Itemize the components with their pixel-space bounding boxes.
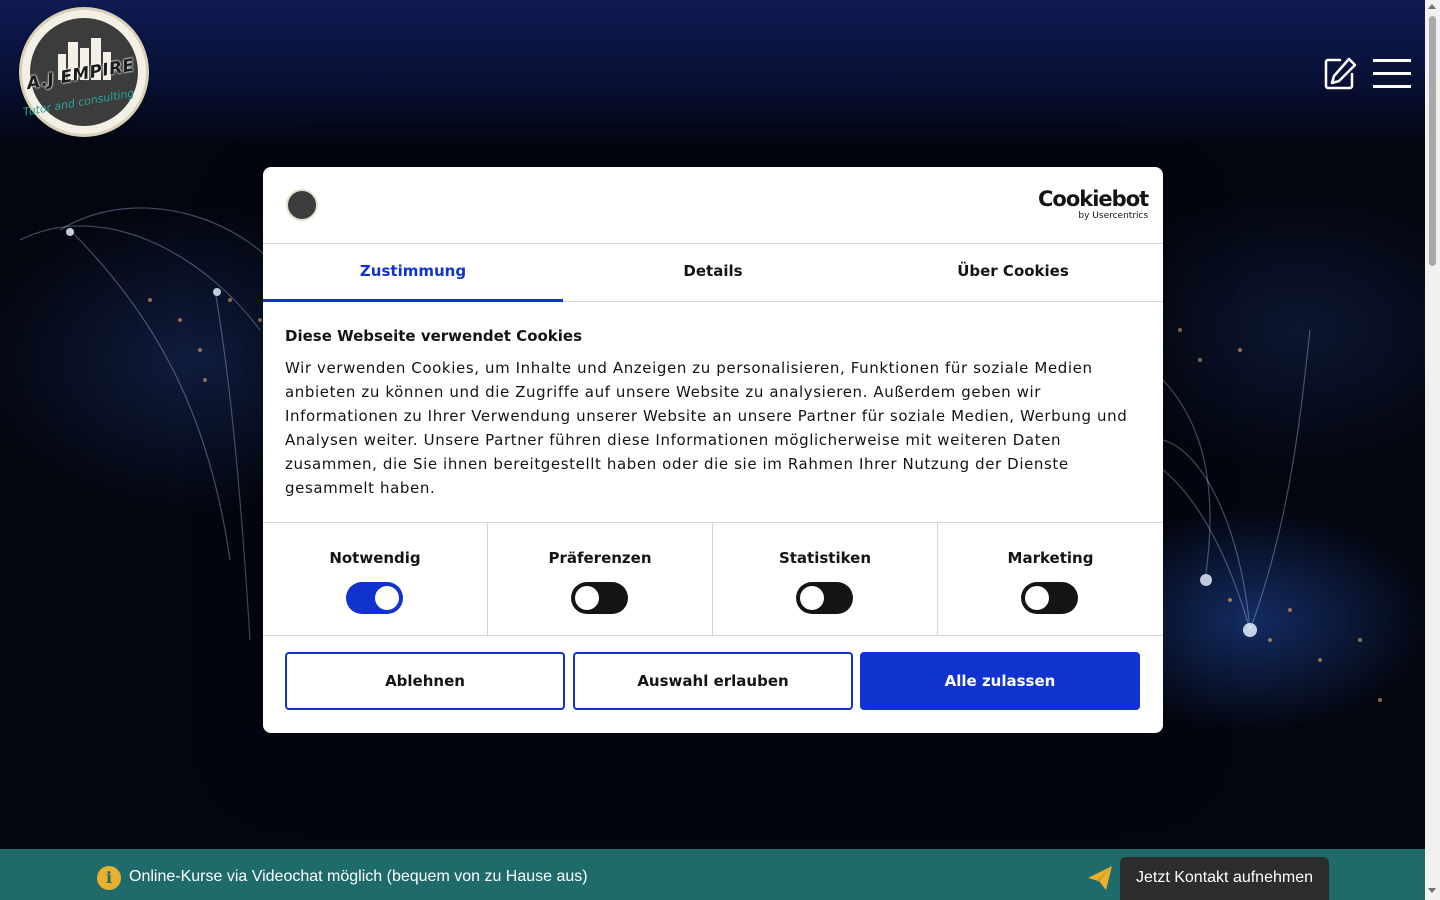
allow-all-button[interactable]: Alle zulassen [860,652,1140,710]
category-label: Statistiken [778,549,872,567]
cookiebot-name: Cookiebot [1038,187,1149,211]
toggle-knob [575,586,599,610]
scroll-up-arrow-icon[interactable] [1428,4,1436,9]
info-icon: i [97,866,121,890]
category-label: Präferenzen [548,549,652,567]
category-marketing: Marketing [938,523,1163,635]
decline-button[interactable]: Ablehnen [285,652,565,710]
dialog-tabs: Zustimmung Details Über Cookies [263,244,1163,302]
cookiebot-logo[interactable]: Cookiebot by Usercentrics [1038,187,1149,221]
consent-categories: Notwendig Präferenzen Statistiken Market… [263,522,1163,636]
category-label: Marketing [1007,549,1094,567]
category-label: Notwendig [329,549,421,567]
scroll-down-arrow-icon[interactable] [1428,888,1436,893]
toggle-statistics[interactable] [796,582,853,614]
category-necessary: Notwendig [263,523,488,635]
toggle-knob [800,586,824,610]
site-logo[interactable]: A.J EMPIRE Tutor and consulting [22,10,146,134]
toggle-knob [1025,586,1049,610]
cookie-consent-dialog: Cookiebot by Usercentrics Zustimmung Det… [263,167,1163,733]
page-scrollbar[interactable] [1425,0,1440,900]
edit-icon[interactable] [1322,56,1358,92]
tab-about-cookies[interactable]: Über Cookies [863,244,1163,301]
dialog-header: Cookiebot by Usercentrics [263,167,1163,244]
site-logo-small [286,189,318,221]
toggle-knob [375,586,399,610]
category-statistics: Statistiken [713,523,938,635]
tab-consent[interactable]: Zustimmung [263,244,563,302]
scroll-thumb[interactable] [1429,16,1436,266]
toggle-marketing[interactable] [1021,582,1078,614]
site-header [0,0,1425,148]
info-bar-text: Online-Kurse via Videochat möglich (bequ… [129,868,588,885]
tab-details[interactable]: Details [563,244,863,301]
dialog-body-text: Wir verwenden Cookies, um Inhalte und An… [285,359,1128,497]
paper-plane-icon [1086,864,1114,892]
category-preferences: Präferenzen [488,523,713,635]
toggle-preferences[interactable] [571,582,628,614]
hamburger-menu-icon[interactable] [1373,59,1411,89]
allow-selection-button[interactable]: Auswahl erlauben [573,652,853,710]
dialog-title: Diese Webseite verwendet Cookies [285,327,583,345]
toggle-necessary[interactable] [346,582,403,614]
contact-button[interactable]: Jetzt Kontakt aufnehmen [1120,857,1329,900]
cookiebot-by: by Usercentrics [1078,211,1149,221]
